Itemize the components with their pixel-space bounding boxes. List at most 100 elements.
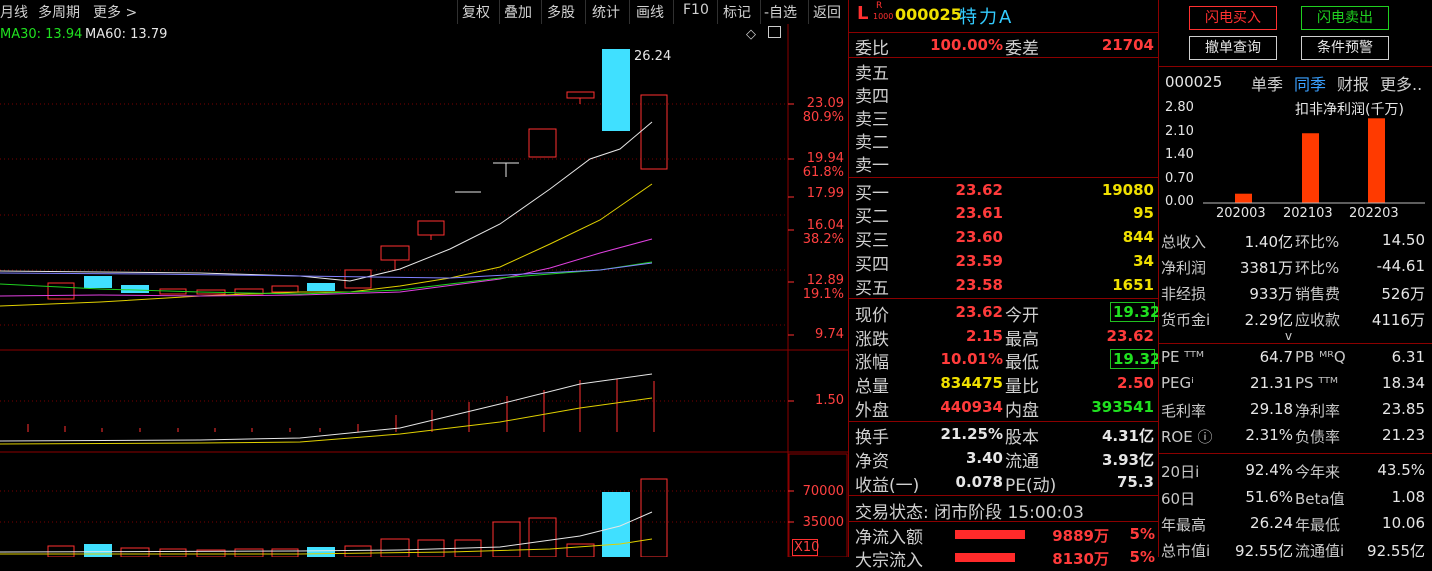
quote-panel: L R 1000 000025 特力A 委比 100.00% 委差 21704 … <box>848 0 1160 571</box>
level-badge: L <box>857 3 869 24</box>
fin-value: 26.24 <box>1250 514 1293 532</box>
fin-value: 51.6% <box>1245 488 1293 506</box>
fin-label: 负债率 <box>1295 428 1341 446</box>
high-price: 23.62 <box>1106 327 1154 345</box>
fin-label: 流通值i <box>1295 542 1345 560</box>
axis-label: 9.74 <box>815 327 844 342</box>
fin-value: 14.50 <box>1382 231 1425 249</box>
fin-y-label: 1.40 <box>1165 147 1194 162</box>
fin-value: 6.31 <box>1391 348 1425 366</box>
tab-single-quarter[interactable]: 单季 <box>1251 71 1283 95</box>
fin-y-label: 2.80 <box>1165 100 1194 115</box>
flow-value: 8130万 <box>1052 550 1109 568</box>
fin-value: 64.7 <box>1259 348 1293 366</box>
add-favorite-button[interactable]: -自选 <box>764 2 797 22</box>
fin-value: 526万 <box>1381 285 1425 303</box>
stat-label: 涨跌 <box>855 330 889 350</box>
flash-buy-button[interactable]: 闪电买入 <box>1189 6 1277 30</box>
axis-label: 61.8% <box>802 165 844 180</box>
turnover: 21.25% <box>940 425 1003 443</box>
fin-label: 总收入 <box>1161 233 1207 251</box>
stat-label: 总量 <box>855 377 889 397</box>
flow-label: 大宗流入 <box>855 551 923 571</box>
cancel-order-query-button[interactable]: 撤单查询 <box>1189 36 1277 60</box>
draw-line-button[interactable]: 画线 <box>636 2 664 22</box>
weibi-label: 委比 <box>855 39 889 59</box>
buy-level-label: 买一 <box>855 184 889 204</box>
stat-label: 内盘 <box>1005 401 1039 421</box>
fin-value: 3381万 <box>1239 259 1293 277</box>
axis-label: 16.04 <box>806 218 844 233</box>
fin-x-label: 202203 <box>1349 206 1399 221</box>
buy-level-label: 买二 <box>855 207 889 227</box>
multi-period-tab[interactable]: 多周期 <box>38 2 80 22</box>
axis-label: 38.2% <box>802 232 844 247</box>
fin-label: Beta值 <box>1295 490 1345 508</box>
stat-label: 量比 <box>1005 377 1039 397</box>
back-button[interactable]: 返回 <box>813 2 841 22</box>
fin-label: 销售费 <box>1295 285 1341 303</box>
fin-bar <box>1368 118 1385 203</box>
fin-value: 23.85 <box>1382 400 1425 418</box>
stat-label: 外盘 <box>855 401 889 421</box>
restore-rights-button[interactable]: 复权 <box>462 2 490 22</box>
trade-status: 交易状态: 闭市阶段 15:00:03 <box>855 503 1084 523</box>
chart-toolbar: 月线 多周期 更多 > 复权 叠加 多股 统计 画线 F10 标记 -自选 返回 <box>0 0 848 24</box>
share-capital: 4.31亿 <box>1101 427 1154 445</box>
flash-sell-button[interactable]: 闪电卖出 <box>1301 6 1389 30</box>
condition-alert-button[interactable]: 条件预警 <box>1301 36 1389 60</box>
fin-x-label: 202003 <box>1216 206 1266 221</box>
buy-price: 23.59 <box>955 252 1003 270</box>
buy-level-label: 买三 <box>855 231 889 251</box>
open-price: 19.32 <box>1110 302 1160 322</box>
overlay-button[interactable]: 叠加 <box>504 2 532 22</box>
tab-more[interactable]: 更多.. <box>1380 71 1422 95</box>
tab-same-quarter[interactable]: 同季 <box>1294 71 1326 95</box>
f10-button[interactable]: F10 <box>683 2 709 18</box>
buy-volume: 1651 <box>1112 276 1154 294</box>
eps: 0.078 <box>955 473 1003 491</box>
fin-value: 2.31% <box>1245 426 1293 444</box>
fin-value: -44.61 <box>1376 257 1425 275</box>
stat-label: 今开 <box>1005 306 1039 326</box>
fin-value: 18.34 <box>1382 374 1425 392</box>
stat-label: 换手 <box>855 428 889 448</box>
sell-level-label: 卖三 <box>855 110 889 130</box>
fin-value: 4116万 <box>1371 311 1425 329</box>
fin-label: 净利润 <box>1161 259 1207 277</box>
buy-volume: 95 <box>1133 204 1154 222</box>
buy-volume: 34 <box>1133 252 1154 270</box>
fin-value: 1.08 <box>1391 488 1425 506</box>
volume-ratio: 2.50 <box>1116 374 1154 392</box>
fin-label: 环比% <box>1295 259 1340 277</box>
statistics-button[interactable]: 统计 <box>592 2 620 22</box>
fin-label: 净利率 <box>1295 402 1341 420</box>
axis-label: 19.1% <box>802 287 844 302</box>
weicha-label: 委差 <box>1005 39 1039 59</box>
buy-volume: 844 <box>1122 228 1154 246</box>
kline-chart[interactable] <box>0 24 848 557</box>
axis-label: 12.89 <box>806 273 844 288</box>
buy-price: 23.62 <box>955 181 1003 199</box>
high-price-label: 26.24 <box>634 49 672 64</box>
stat-label: 流通 <box>1005 452 1039 472</box>
stat-label: 最低 <box>1005 353 1039 373</box>
tab-financial-report[interactable]: 财报 <box>1337 71 1369 95</box>
mark-button[interactable]: 标记 <box>723 2 751 22</box>
fin-value: 933万 <box>1249 285 1293 303</box>
inner-volume: 393541 <box>1091 398 1154 416</box>
sell-level-label: 卖四 <box>855 87 889 107</box>
monthly-tab[interactable]: 月线 <box>0 2 28 22</box>
fin-label: PS ᵀᵀᴹ <box>1295 374 1339 392</box>
fin-label: 非经损 <box>1161 285 1207 303</box>
fin-value: 21.31 <box>1250 374 1293 392</box>
more-menu[interactable]: 更多 > <box>93 2 137 22</box>
volume-scale-toggle[interactable]: X10 <box>792 539 819 556</box>
sell-level-label: 卖五 <box>855 64 889 84</box>
flow-label: 净流入额 <box>855 528 923 548</box>
expand-chevron-icon[interactable]: v <box>1285 329 1292 343</box>
fin-label: 环比% <box>1295 233 1340 251</box>
multi-stock-button[interactable]: 多股 <box>547 2 575 22</box>
buy-price: 23.61 <box>955 204 1003 222</box>
stat-label: 现价 <box>855 306 889 326</box>
